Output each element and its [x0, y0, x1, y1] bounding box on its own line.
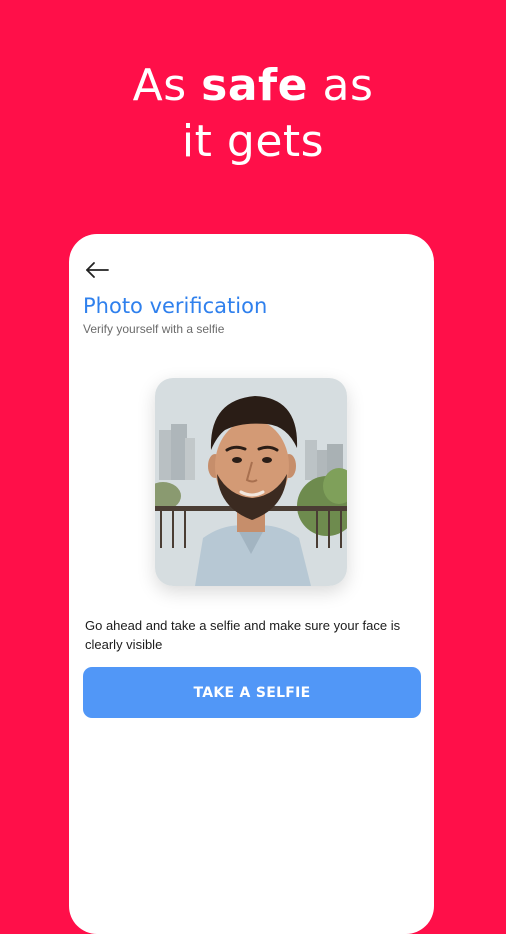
phone-screen: Photo verification Verify yourself with …: [69, 234, 434, 934]
headline-prefix: As: [132, 60, 202, 111]
page-subtitle: Verify yourself with a selfie: [83, 322, 225, 336]
headline-line-1: As safe as: [0, 58, 506, 114]
back-button[interactable]: [83, 258, 111, 282]
headline-line-2: it gets: [181, 116, 325, 167]
take-selfie-button[interactable]: TAKE A SELFIE: [83, 667, 421, 718]
page-title: Photo verification: [83, 294, 268, 318]
marketing-headline: As safe as it gets: [0, 58, 506, 170]
instruction-text: Go ahead and take a selfie and make sure…: [85, 618, 401, 652]
selfie-photo: [155, 378, 347, 586]
headline-emphasis: safe: [201, 60, 308, 111]
arrow-left-icon: [86, 262, 109, 278]
headline-suffix: as: [308, 60, 374, 111]
